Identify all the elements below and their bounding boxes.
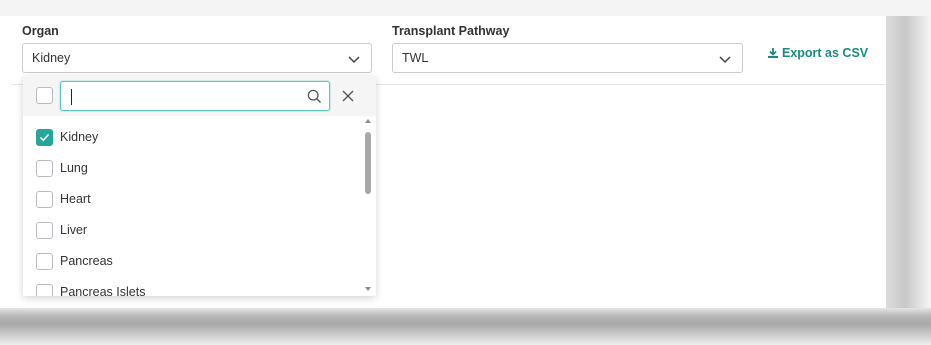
- text-caret: [71, 89, 72, 105]
- option-checkbox[interactable]: [36, 129, 53, 146]
- pathway-select-value: TWL: [402, 51, 429, 65]
- organ-label: Organ: [22, 24, 59, 38]
- option-label: Pancreas: [60, 254, 113, 268]
- dropdown-header: [23, 76, 376, 116]
- organ-select-value: Kidney: [32, 51, 71, 65]
- search-icon: [307, 89, 321, 103]
- option-label: Kidney: [60, 130, 99, 144]
- scroll-up-arrow[interactable]: [365, 119, 371, 123]
- blurred-footer-band: [0, 308, 931, 345]
- scrollbar-thumb[interactable]: [365, 132, 371, 194]
- pathway-label: Transplant Pathway: [392, 24, 510, 38]
- chevron-down-icon: [348, 56, 360, 64]
- scroll-down-arrow[interactable]: [365, 287, 371, 291]
- download-icon: [768, 48, 778, 58]
- option-checkbox[interactable]: [36, 284, 53, 296]
- chevron-down-icon: [719, 56, 731, 64]
- dropdown-option[interactable]: Liver: [23, 215, 361, 246]
- option-label: Heart: [60, 192, 91, 206]
- dropdown-option[interactable]: Heart: [23, 184, 361, 215]
- option-checkbox[interactable]: [36, 160, 53, 177]
- option-checkbox[interactable]: [36, 222, 53, 239]
- organ-dropdown-menu: Kidney Lung Heart Liver Pancreas Pancreas Isl…: [23, 76, 376, 296]
- close-icon[interactable]: [341, 89, 355, 103]
- dropdown-option[interactable]: Pancreas: [23, 246, 361, 277]
- dropdown-search-input[interactable]: [60, 81, 330, 111]
- pathway-select[interactable]: TWL: [392, 43, 743, 73]
- option-label: Lung: [60, 161, 88, 175]
- option-checkbox[interactable]: [36, 191, 53, 208]
- option-checkbox[interactable]: [36, 253, 53, 270]
- option-label: Pancreas Islets: [60, 285, 146, 296]
- organ-select[interactable]: Kidney: [22, 43, 372, 73]
- dropdown-option[interactable]: Pancreas Islets: [23, 277, 361, 296]
- export-csv-button[interactable]: Export as CSV: [767, 46, 868, 60]
- dropdown-option[interactable]: Lung: [23, 153, 361, 184]
- dropdown-scrollbar[interactable]: [361, 116, 376, 296]
- check-icon: [39, 133, 50, 142]
- select-all-checkbox[interactable]: [36, 87, 53, 104]
- option-label: Liver: [60, 223, 88, 237]
- export-csv-label: Export as CSV: [782, 46, 869, 60]
- dropdown-option[interactable]: Kidney: [23, 122, 361, 153]
